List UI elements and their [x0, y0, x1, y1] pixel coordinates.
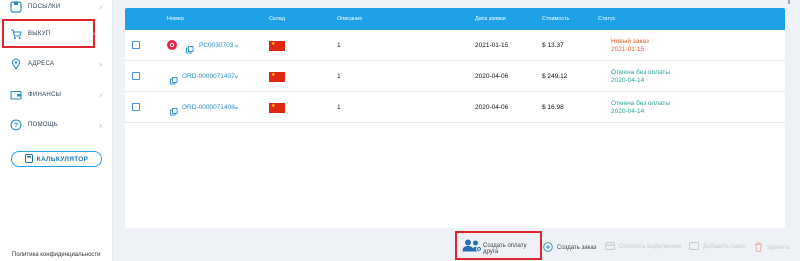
- status-text: Новый заказ: [611, 38, 649, 45]
- sidebar-item-label: ФИНАНСЫ: [28, 92, 62, 98]
- location-pin-icon: [9, 57, 23, 71]
- cost-cell: $ 13.37: [542, 42, 564, 49]
- chevron-down-icon[interactable]: ⌄: [233, 71, 240, 80]
- china-flag-icon: ★: [269, 72, 285, 82]
- status-text: Отмена без оплаты: [611, 100, 671, 107]
- wallet-icon: [9, 88, 23, 102]
- header-date: Дата заявки: [475, 16, 506, 22]
- sidebar-item-label: ВЫКУП: [28, 30, 51, 37]
- card-icon: [605, 242, 615, 252]
- trash-icon: [754, 242, 763, 254]
- copy-icon[interactable]: [186, 41, 194, 54]
- sidebar-item-finances[interactable]: ФИНАНСЫ ›: [0, 81, 112, 109]
- create-friend-payment-label: Создать оплату друга: [483, 243, 527, 255]
- chevron-right-icon: ›: [99, 90, 102, 100]
- sidebar-item-parcels[interactable]: ПОСЫЛКИ ›: [0, 0, 112, 21]
- cart-icon: [9, 27, 23, 41]
- cost-cell: $ 249.12: [542, 73, 568, 80]
- sidebar-item-label: АДРЕСА: [28, 61, 55, 67]
- add-package-label: Добавить пакет: [703, 244, 747, 250]
- svg-text:?: ?: [14, 123, 18, 130]
- chevron-right-icon: ›: [99, 120, 102, 130]
- description-cell: 1: [337, 42, 341, 49]
- alert-icon: [167, 40, 177, 50]
- orders-table: Номер Склад Описание Дата заявки Стоимос…: [125, 8, 785, 228]
- status-cell: Отмена без оплаты 2020-04-14: [611, 69, 670, 84]
- row-checkbox[interactable]: [132, 72, 140, 80]
- row-checkbox[interactable]: [132, 103, 140, 111]
- china-flag-icon: ★: [269, 103, 285, 113]
- users-icon: [462, 239, 482, 257]
- copy-icon[interactable]: [170, 72, 178, 85]
- calculator-button[interactable]: КАЛЬКУЛЯТОР: [11, 151, 102, 167]
- date-cell: 2020-04-06: [475, 73, 509, 80]
- chevron-down-icon[interactable]: ⌄: [233, 102, 240, 111]
- status-cell: Отмена без оплаты 2020-04-14: [611, 100, 670, 115]
- package-icon: [689, 242, 699, 252]
- table-row[interactable]: PC0030703 ⌄ ★ 1 2021-01-15 $ 13.37 Новый…: [125, 30, 785, 61]
- table-header: Номер Склад Описание Дата заявки Стоимос…: [125, 8, 785, 30]
- header-status: Статус: [598, 16, 616, 22]
- description-cell: 1: [337, 73, 341, 80]
- row-checkbox[interactable]: [132, 41, 140, 49]
- copy-icon[interactable]: [170, 103, 178, 116]
- box-icon: [9, 0, 23, 14]
- sidebar-item-buyout[interactable]: ВЫКУП: [2, 19, 95, 48]
- status-date: 2020-04-14: [611, 107, 645, 115]
- create-order-button[interactable]: Создать заказ: [543, 242, 596, 254]
- scroll-indicator: [788, 0, 790, 4]
- sidebar-item-help[interactable]: ? ПОМОЩЬ ›: [0, 111, 112, 139]
- question-icon: ?: [9, 118, 23, 132]
- header-number: Номер: [167, 16, 184, 22]
- sidebar-item-label: ПОМОЩЬ: [28, 122, 59, 128]
- order-number-link[interactable]: PC0030703: [199, 42, 233, 49]
- sidebar-item-addresses[interactable]: АДРЕСА ›: [0, 50, 112, 78]
- status-text: Отмена без оплаты: [611, 69, 671, 76]
- table-row[interactable]: ORD-0000071407 ⌄ ★ 1 2020-04-06 $ 249.12…: [125, 61, 785, 92]
- pay-selected-label: Оплатить выделенное: [619, 244, 682, 250]
- chevron-down-icon[interactable]: ⌄: [233, 40, 240, 49]
- create-friend-payment-button[interactable]: Создать оплату друга: [455, 231, 542, 260]
- description-cell: 1: [337, 104, 341, 111]
- add-package-button[interactable]: Добавить пакет: [689, 242, 746, 252]
- sidebar: ПОСЫЛКИ › ВЫКУП › АДРЕСА › ФИНАНСЫ › ? П…: [0, 0, 113, 261]
- status-date: 2021-01-15: [611, 45, 645, 53]
- table-row[interactable]: ORD-0000071408 ⌄ ★ 1 2020-04-06 $ 16.98 …: [125, 92, 785, 123]
- chevron-right-icon: ›: [92, 28, 95, 38]
- date-cell: 2021-01-15: [475, 42, 509, 49]
- order-number-link[interactable]: ORD-0000071407: [182, 73, 235, 80]
- calculator-icon: [24, 153, 33, 165]
- privacy-policy-link[interactable]: Политика конфиденциальности: [12, 252, 101, 258]
- chevron-right-icon: ›: [99, 59, 102, 69]
- date-cell: 2020-04-06: [475, 104, 509, 111]
- header-cost: Стоимость: [542, 16, 570, 22]
- cost-cell: $ 16.98: [542, 104, 564, 111]
- delete-label: Удалить: [767, 245, 790, 251]
- chevron-right-icon: ›: [99, 2, 102, 12]
- order-number-link[interactable]: ORD-0000071408: [182, 104, 235, 111]
- status-cell: Новый заказ 2021-01-15: [611, 38, 649, 53]
- china-flag-icon: ★: [269, 41, 285, 51]
- sidebar-item-label: ПОСЫЛКИ: [28, 4, 61, 10]
- pay-selected-button[interactable]: Оплатить выделенное: [605, 242, 682, 252]
- header-description: Описание: [337, 16, 363, 22]
- delete-button[interactable]: Удалить: [754, 242, 790, 254]
- status-date: 2020-04-14: [611, 76, 645, 84]
- calculator-label: КАЛЬКУЛЯТОР: [36, 155, 89, 163]
- header-warehouse: Склад: [269, 16, 285, 22]
- plus-circle-icon: [543, 242, 553, 254]
- create-order-label: Создать заказ: [557, 245, 597, 251]
